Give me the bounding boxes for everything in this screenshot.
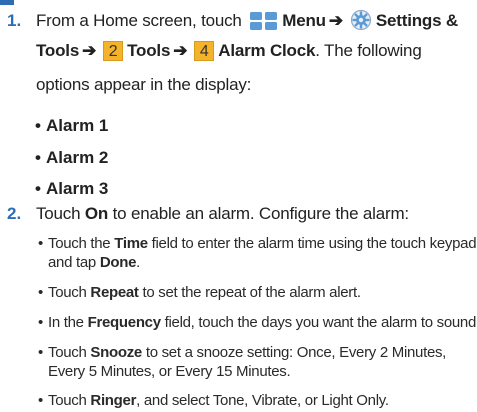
repeat-text-a: Touch	[48, 284, 87, 301]
alarm-option-2: Alarm 2	[35, 146, 108, 170]
step-2-line-1: Touch On to enable an alarm. Configure t…	[36, 199, 409, 229]
tools-suffix: Tools	[36, 41, 80, 60]
ringer-text-a: Touch	[48, 392, 87, 409]
step-1-line-3: options appear in the display:	[36, 75, 252, 94]
time-text-d: and tap	[48, 254, 96, 271]
number-box-4: 4	[194, 41, 215, 61]
step-1-line-1: From a Home screen, touch Menu ➔ Settings…	[36, 6, 458, 36]
following-text: . The following	[315, 41, 422, 60]
step-2-rest: to enable an alarm. Configure the alarm:	[112, 204, 409, 223]
arrow-icon: ➔	[82, 41, 97, 60]
done-label: Done	[99, 254, 137, 271]
alarm-option-1: Alarm 1	[35, 114, 108, 138]
touch-text: Touch	[36, 204, 81, 223]
ringer-text-c: , and select Tone, Vibrate, or Light Onl…	[136, 392, 389, 409]
step-1-line-2: Tools ➔ 2 Tools ➔ 4 Alarm Clock. The following	[36, 36, 422, 66]
arrow-icon: ➔	[328, 11, 343, 30]
ringer-instruction: Touch Ringer, and select Tone, Vibrate, …	[38, 391, 389, 411]
arrow-icon: ➔	[173, 41, 188, 60]
frequency-label: Frequency	[87, 314, 161, 331]
time-instruction: Touch the Time field to enter the alarm …	[38, 234, 477, 254]
snooze-text-a: Touch	[48, 344, 87, 361]
snooze-instruction: Touch Snooze to set a snooze setting: On…	[38, 343, 447, 363]
snooze-text-c: to set a snooze setting: Once, Every 2 M…	[145, 344, 447, 361]
number-box-2: 2	[103, 41, 124, 61]
step-1-prefix: From a Home screen, touch	[36, 11, 242, 30]
frequency-instruction: In the Frequency field, touch the days y…	[38, 313, 477, 333]
menu-label: Menu	[282, 11, 326, 30]
repeat-text-c: to set the repeat of the alarm alert.	[142, 284, 362, 301]
step-2-number: 2.	[7, 204, 22, 223]
time-field-label: Time	[114, 235, 148, 252]
menu-icon	[250, 12, 278, 30]
settings-label: Settings &	[375, 11, 458, 30]
freq-text-c: field, touch the days you want the alarm…	[164, 314, 477, 331]
snooze-instruction-cont: Every 5 Minutes, or Every 15 Minutes.	[48, 363, 291, 380]
repeat-label: Repeat	[90, 284, 139, 301]
freq-text-a: In the	[48, 314, 84, 331]
time-text-f: .	[136, 254, 141, 271]
on-label: On	[84, 204, 109, 223]
settings-icon	[350, 9, 371, 31]
alarm-clock-label: Alarm Clock	[218, 41, 316, 60]
snooze-label: Snooze	[90, 344, 142, 361]
tools-label: Tools	[127, 41, 171, 60]
alarm-option-3: Alarm 3	[35, 177, 108, 201]
repeat-instruction: Touch Repeat to set the repeat of the al…	[38, 283, 362, 303]
time-instruction-cont: and tap Done.	[48, 253, 140, 273]
ringer-label: Ringer	[90, 392, 137, 409]
time-text-a: Touch the	[48, 235, 111, 252]
top-accent-bar	[0, 0, 14, 5]
time-text-c: field to enter the alarm time using the …	[151, 235, 477, 252]
step-1-number: 1.	[7, 11, 22, 30]
